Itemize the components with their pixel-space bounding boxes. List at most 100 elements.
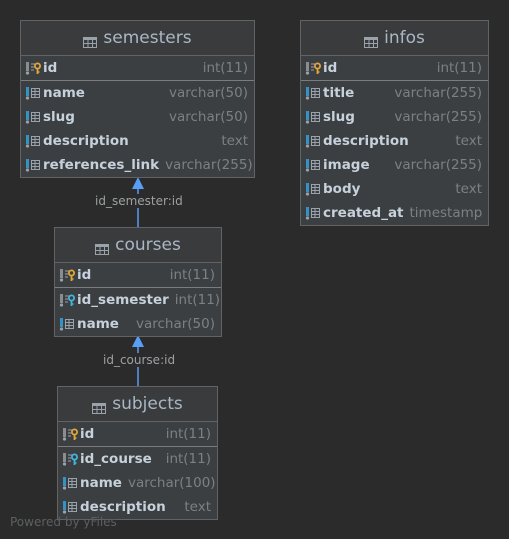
column-icon (305, 110, 321, 124)
column-type: int(11) (202, 60, 248, 76)
column-row-name[interactable]: name varchar(100) (58, 471, 217, 495)
column-type: timestamp (409, 205, 483, 221)
column-row-id[interactable]: id int(11) (21, 56, 254, 80)
column-name: slug (43, 109, 75, 125)
column-icon (25, 134, 41, 148)
column-name: image (323, 157, 370, 173)
columns-section: id_semester int(11) name varchar(50) (55, 288, 221, 336)
column-type: int(11) (165, 451, 211, 467)
primary-key-section: id int(11) (55, 263, 221, 288)
column-name: created_at (323, 205, 404, 221)
column-icon (59, 317, 75, 331)
edge-arrowhead-semesters (132, 177, 144, 189)
primary-key-icon (59, 268, 75, 282)
column-type: int(11) (436, 60, 482, 76)
column-name: description (80, 499, 166, 515)
primary-key-section: id int(11) (58, 422, 217, 447)
primary-key-icon (305, 61, 321, 75)
table-title: subjects (112, 394, 183, 414)
column-row-id[interactable]: id int(11) (58, 422, 217, 446)
column-name: id (77, 267, 92, 283)
primary-key-icon (62, 427, 78, 441)
column-type: varchar(255) (394, 109, 482, 125)
column-type: text (455, 181, 482, 197)
column-type: int(11) (174, 292, 221, 308)
column-row-id-course[interactable]: id_course int(11) (58, 447, 217, 471)
column-name: id_course (80, 451, 152, 467)
column-icon (305, 134, 321, 148)
primary-key-icon (25, 61, 41, 75)
column-name: name (77, 316, 119, 332)
column-icon (25, 158, 41, 172)
table-header[interactable]: courses (55, 228, 221, 263)
edge-label-id-course: id_course:id (102, 353, 177, 367)
column-row-image[interactable]: image varchar(255) (301, 153, 488, 177)
foreign-key-icon (62, 452, 78, 466)
column-icon (305, 206, 321, 220)
column-name: references_link (43, 157, 160, 173)
columns-section: name varchar(50) slug varchar(50) descriptio… (21, 81, 254, 177)
column-type: varchar(255) (394, 85, 482, 101)
column-icon (305, 158, 321, 172)
column-type: text (455, 133, 482, 149)
column-name: title (323, 85, 355, 101)
column-icon (305, 182, 321, 196)
foreign-key-icon (59, 293, 75, 307)
column-name: id_semester (77, 292, 169, 308)
table-courses[interactable]: courses id int(11) id_semester int(11) name va… (54, 227, 222, 337)
table-icon (83, 33, 98, 48)
edge-label-id-semester: id_semester:id (94, 194, 184, 208)
table-title: semesters (103, 28, 192, 48)
column-type: varchar(255) (394, 157, 482, 173)
column-type: varchar(50) (168, 85, 248, 101)
column-row-title[interactable]: title varchar(255) (301, 81, 488, 105)
column-icon (25, 110, 41, 124)
column-name: name (80, 475, 122, 491)
column-type: int(11) (169, 267, 215, 283)
column-type: text (221, 133, 248, 149)
table-semesters[interactable]: semesters id int(11) name varchar(50) slug var… (20, 20, 255, 178)
column-name: description (323, 133, 409, 149)
column-name: name (43, 85, 85, 101)
primary-key-section: id int(11) (21, 56, 254, 81)
column-name: body (323, 181, 361, 197)
primary-key-section: id int(11) (301, 56, 488, 81)
column-name: slug (323, 109, 355, 125)
table-icon (364, 33, 379, 48)
column-row-slug[interactable]: slug varchar(255) (301, 105, 488, 129)
table-header[interactable]: infos (301, 21, 488, 56)
column-type: text (184, 499, 211, 515)
column-type: varchar(255) (165, 157, 253, 173)
column-row-name[interactable]: name varchar(50) (21, 81, 254, 105)
column-icon (25, 86, 41, 100)
column-icon (62, 500, 78, 514)
column-row-slug[interactable]: slug varchar(50) (21, 105, 254, 129)
column-name: description (43, 133, 129, 149)
column-icon (62, 476, 78, 490)
table-title: infos (384, 28, 425, 48)
columns-section: title varchar(255) slug varchar(255) descrip… (301, 81, 488, 225)
column-name: id (323, 60, 338, 76)
column-name: id (43, 60, 58, 76)
column-type: varchar(50) (168, 109, 248, 125)
table-icon (92, 399, 107, 414)
table-title: courses (115, 235, 181, 255)
column-name: id (80, 426, 95, 442)
column-row-id-semester[interactable]: id_semester int(11) (55, 288, 221, 312)
column-row-id[interactable]: id int(11) (55, 263, 221, 287)
column-icon (305, 86, 321, 100)
column-row-created-at[interactable]: created_at timestamp (301, 201, 488, 225)
column-type: varchar(100) (127, 475, 216, 491)
column-row-description[interactable]: description text (21, 129, 254, 153)
table-header[interactable]: subjects (58, 387, 217, 422)
column-row-id[interactable]: id int(11) (301, 56, 488, 80)
table-infos[interactable]: infos id int(11) title varchar(255) slug varch… (300, 20, 489, 226)
columns-section: id_course int(11) name varchar(100) descript… (58, 447, 217, 519)
column-row-description[interactable]: description text (301, 129, 488, 153)
column-row-name[interactable]: name varchar(50) (55, 312, 221, 336)
column-row-body[interactable]: body text (301, 177, 488, 201)
table-header[interactable]: semesters (21, 21, 254, 56)
table-subjects[interactable]: subjects id int(11) id_course int(11) name var… (57, 386, 218, 520)
column-row-references-link[interactable]: references_link varchar(255) (21, 153, 254, 177)
watermark: Powered by yFiles (10, 515, 117, 529)
